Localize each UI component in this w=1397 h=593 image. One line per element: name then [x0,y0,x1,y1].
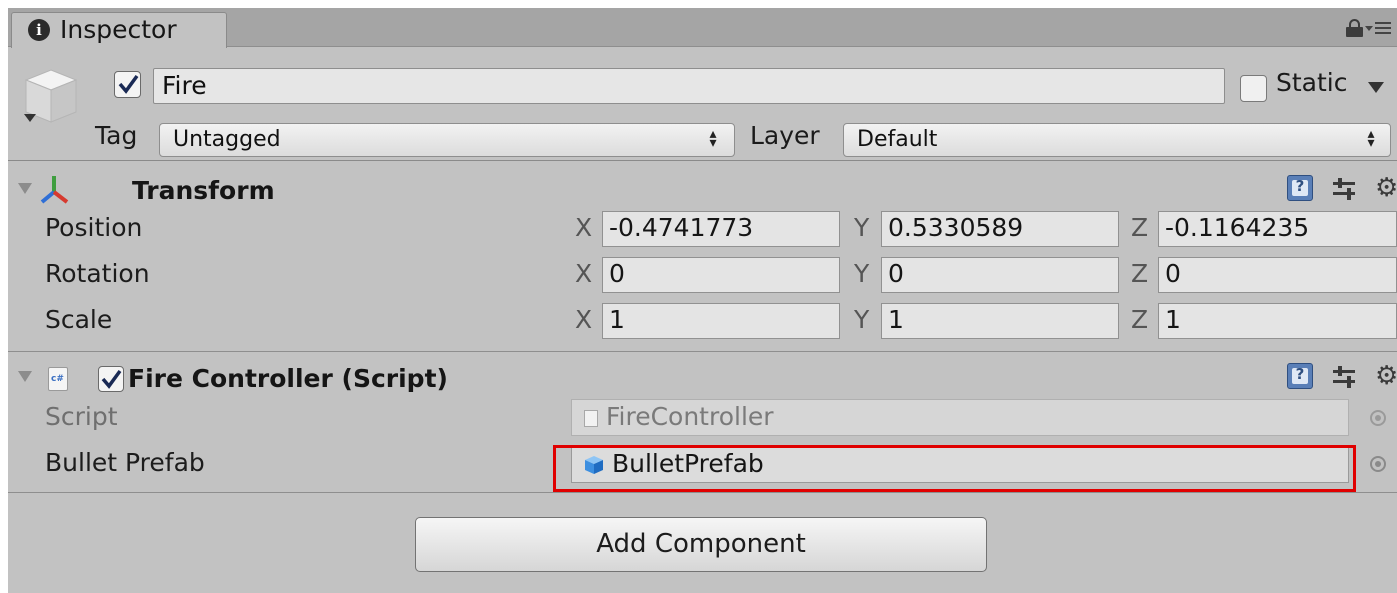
rotation-z-field[interactable]: 0 [1158,257,1397,293]
info-icon: i [28,19,50,41]
component-divider [8,492,1397,493]
tag-label: Tag [95,121,138,150]
scale-z-field[interactable]: 1 [1158,303,1397,339]
tab-menu-icon[interactable] [1365,18,1391,38]
bullet-prefab-label: Bullet Prefab [45,448,205,477]
component-tools: ? ⚙ [1287,363,1397,393]
tab-bar: i Inspector [8,8,1397,48]
axis-y-label[interactable]: Y [854,305,869,334]
axis-z-label[interactable]: Z [1131,259,1148,288]
transform-axes-icon [38,174,70,204]
csharp-file-icon [584,410,598,427]
foldout-arrow-icon[interactable] [18,371,32,382]
scale-label: Scale [45,305,113,334]
component-tools: ? ⚙ [1287,175,1397,205]
script-enabled-checkbox[interactable] [98,366,124,392]
scale-x-field[interactable]: 1 [602,303,840,339]
rotation-x-field[interactable]: 0 [602,257,840,293]
preset-icon[interactable] [1333,178,1355,200]
gear-icon[interactable]: ⚙ [1375,363,1397,389]
axis-z-label[interactable]: Z [1131,213,1148,242]
active-checkbox[interactable] [114,71,141,98]
position-label: Position [45,213,143,242]
preset-icon[interactable] [1333,366,1355,388]
axis-y-label[interactable]: Y [854,213,869,242]
object-picker-icon[interactable] [1370,456,1386,472]
gameobject-header: Fire Static Tag Untagged ▴ ▾ Layer Defaul… [8,48,1397,161]
script-field: FireController [571,399,1349,436]
axis-y-label[interactable]: Y [854,259,869,288]
fire-controller-title: Fire Controller (Script) [128,364,448,393]
object-picker-icon [1370,410,1386,426]
inspector-window: i Inspector Fire Static Tag Untagged ▴ ▾… [8,8,1397,593]
highlight-annotation [553,445,1356,492]
static-checkbox[interactable] [1240,75,1267,102]
help-icon[interactable]: ? [1287,175,1313,201]
fire-controller-header[interactable]: Fire Controller (Script) ? ⚙ [8,358,1397,398]
tab-tools [1331,18,1391,38]
foldout-arrow-icon[interactable] [18,183,32,194]
help-icon[interactable]: ? [1287,363,1313,389]
layer-label: Layer [750,121,820,150]
gameobject-name-input[interactable]: Fire [153,68,1225,104]
rotation-y-field[interactable]: 0 [881,257,1119,293]
axis-x-label[interactable]: X [575,213,592,242]
position-x-field[interactable]: -0.4741773 [602,211,840,247]
lock-icon[interactable] [1346,19,1363,37]
script-value: FireController [605,402,774,431]
tag-dropdown[interactable]: Untagged ▴ ▾ [159,123,735,157]
scale-y-field[interactable]: 1 [881,303,1119,339]
dropdown-arrows-icon: ▴ ▾ [709,126,717,151]
tab-label: Inspector [60,15,177,44]
transform-title: Transform [132,176,275,205]
add-component-button[interactable]: Add Component [415,517,987,572]
position-z-field[interactable]: -0.1164235 [1158,211,1397,247]
script-label: Script [45,402,118,431]
transform-header[interactable]: Transform ? ⚙ [8,170,1397,210]
gameobject-cube-icon [22,66,80,130]
dropdown-arrows-icon: ▴ ▾ [1367,126,1375,151]
tag-value: Untagged [173,127,281,152]
csharp-script-icon [48,367,68,391]
axis-z-label[interactable]: Z [1131,305,1148,334]
component-divider [8,351,1397,352]
axis-x-label[interactable]: X [575,305,592,334]
layer-dropdown[interactable]: Default ▴ ▾ [843,123,1391,157]
axis-x-label[interactable]: X [575,259,592,288]
static-label: Static [1276,68,1348,97]
gear-icon[interactable]: ⚙ [1375,175,1397,201]
position-y-field[interactable]: 0.5330589 [881,211,1119,247]
layer-value: Default [857,127,938,152]
rotation-label: Rotation [45,259,150,288]
static-dropdown-icon[interactable] [1368,82,1384,93]
tab-inspector[interactable]: i Inspector [11,12,227,48]
